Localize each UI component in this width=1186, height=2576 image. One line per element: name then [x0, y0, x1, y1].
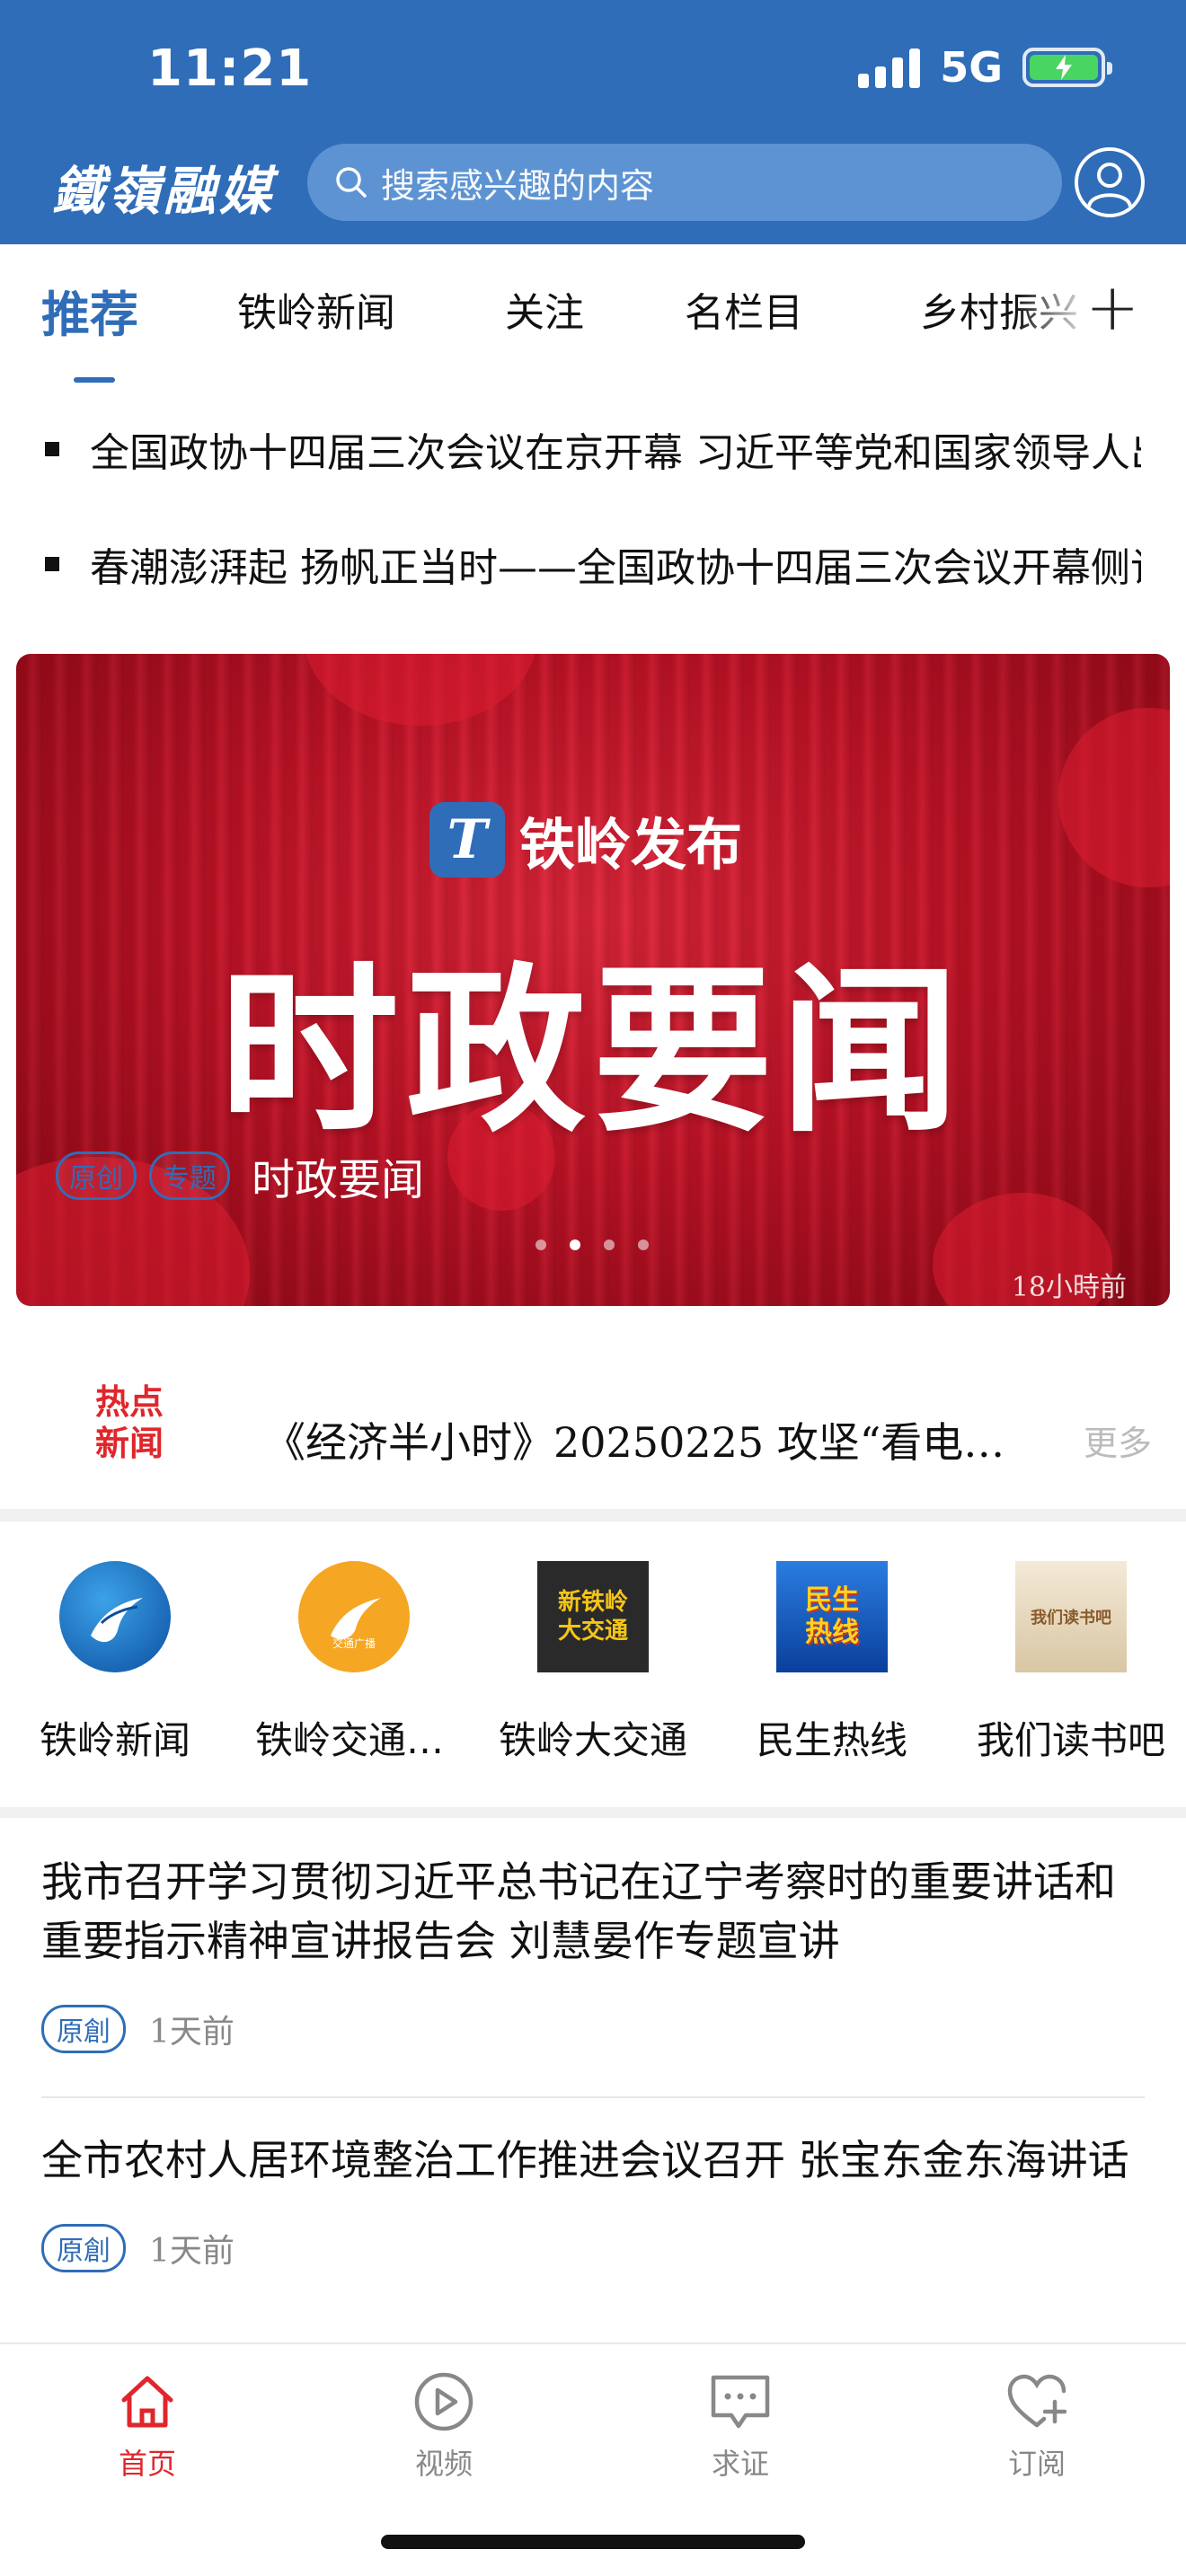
- channel-grid: 铁岭新闻 交通广播 铁岭交通广播 新铁岭 大交通 铁岭大交通 民生 热线 民生热…: [0, 1522, 1186, 1809]
- battery-icon: [1022, 48, 1112, 87]
- channel-tieling-traffic-radio[interactable]: 交通广播 铁岭交通广播: [255, 1561, 453, 1765]
- article-time: 1天前: [149, 2233, 235, 2270]
- user-avatar-icon[interactable]: [1075, 147, 1145, 217]
- section-divider: [0, 1509, 1186, 1522]
- search-icon: [336, 167, 367, 198]
- heart-plus-icon: [956, 2368, 1118, 2436]
- status-time: 11:21: [147, 40, 313, 98]
- headline-item[interactable]: 春潮澎湃起 扬帆正当时——全国政协十四届三次会议开幕侧记: [45, 528, 1141, 600]
- nav-video[interactable]: 视频: [363, 2368, 525, 2483]
- tieling-news-logo-icon: [59, 1561, 171, 1672]
- banner-caption: 原创 专题 时政要闻: [56, 1144, 424, 1207]
- channel-tieling-big-traffic[interactable]: 新铁岭 大交通 铁岭大交通: [494, 1561, 692, 1765]
- app-logo: 鐵嶺融媒: [52, 161, 276, 222]
- tab-tieling-news[interactable]: 铁岭新闻: [237, 280, 395, 338]
- active-tab-indicator: [74, 377, 115, 383]
- minsheng-hotline-logo-icon: 民生 热线: [776, 1561, 888, 1672]
- article-title: 全市农村人居环境整治工作推进会议召开 张宝东金东海讲话: [41, 2136, 1129, 2184]
- video-play-icon: [363, 2368, 525, 2436]
- channel-tieling-news[interactable]: 铁岭新闻: [16, 1561, 214, 1765]
- chat-bubble-icon: [659, 2368, 821, 2436]
- category-tabs: 推荐 铁岭新闻 关注 名栏目 乡村振兴 +: [0, 244, 1186, 388]
- article-time: 1天前: [149, 2014, 235, 2051]
- hot-news-label: 热点 新闻: [95, 1382, 164, 1463]
- nav-subscribe[interactable]: 订阅: [956, 2368, 1118, 2483]
- tab-follow[interactable]: 关注: [505, 280, 584, 338]
- article-meta: 原創 1天前: [41, 2005, 1146, 2053]
- banner-title: 时政要闻: [252, 1155, 425, 1205]
- original-tag: 原創: [41, 2224, 126, 2272]
- app-header: 11:21 5G 鐵嶺融媒 搜索感兴趣的内容: [0, 0, 1186, 244]
- tieling-traffic-radio-logo-icon: 交通广播: [298, 1561, 410, 1672]
- reading-book-logo-icon: 我们读书吧: [1015, 1561, 1127, 1672]
- search-placeholder: 搜索感兴趣的内容: [381, 165, 655, 206]
- banner-brand: T 铁岭发布: [429, 799, 742, 880]
- headline-item[interactable]: 全国政协十四届三次会议在京开幕 习近平等党和国家领导人出席: [45, 413, 1141, 485]
- bullet-icon: [45, 442, 59, 456]
- more-link[interactable]: 更多: [1084, 1416, 1152, 1465]
- carousel-dots[interactable]: [535, 1239, 649, 1250]
- nav-verify[interactable]: 求证: [659, 2368, 821, 2483]
- bullet-icon: [45, 557, 59, 571]
- tab-famous-columns[interactable]: 名栏目: [685, 280, 803, 338]
- article-title: 我市召开学习贯彻习近平总书记在辽宁考察时的重要讲话和重要指示精神宣讲报告会 刘慧…: [41, 1857, 1116, 1965]
- article-item[interactable]: 我市召开学习贯彻习近平总书记在辽宁考察时的重要讲话和重要指示精神宣讲报告会 刘慧…: [41, 1852, 1146, 2053]
- channel-reading[interactable]: 我们读书吧 我们读书吧: [972, 1561, 1170, 1765]
- search-bar[interactable]: 搜索感兴趣的内容: [307, 144, 1062, 221]
- hot-news-text[interactable]: 《经济半小时》20250225 攻坚“看电视难”: [264, 1410, 1046, 1469]
- add-tab-icon[interactable]: +: [1085, 275, 1139, 340]
- banner-headline: 时政要闻: [218, 946, 967, 1157]
- hot-news-ticker[interactable]: 热点 新闻 《经济半小时》20250225 攻坚“看电视难” 更多: [0, 1306, 1186, 1509]
- tab-recommend[interactable]: 推荐: [41, 275, 138, 346]
- banner-timestamp: 18小時前: [1011, 1272, 1127, 1303]
- section-divider: [0, 1807, 1186, 1818]
- nav-home[interactable]: 首页: [66, 2368, 228, 2483]
- status-indicators: 5G: [858, 43, 1112, 92]
- tieling-big-traffic-logo-icon: 新铁岭 大交通: [537, 1561, 649, 1672]
- home-icon: [66, 2368, 228, 2436]
- article-item[interactable]: 全市农村人居环境整治工作推进会议召开 张宝东金东海讲话 原創 1天前: [41, 2130, 1146, 2272]
- original-tag: 原创: [56, 1151, 137, 1200]
- channel-minsheng-hotline[interactable]: 民生 热线 民生热线: [733, 1561, 931, 1765]
- original-tag: 原創: [41, 2005, 126, 2053]
- article-divider: [41, 2096, 1145, 2098]
- network-type: 5G: [940, 43, 1003, 92]
- tieling-release-logo-icon: T: [429, 802, 505, 878]
- home-indicator[interactable]: [381, 2535, 805, 2549]
- article-meta: 原創 1天前: [41, 2224, 1146, 2272]
- signal-icon: [858, 47, 921, 88]
- featured-banner[interactable]: T 铁岭发布 时政要闻 原创 专题 时政要闻 18小時前: [16, 654, 1170, 1306]
- special-topic-tag: 专题: [149, 1151, 230, 1200]
